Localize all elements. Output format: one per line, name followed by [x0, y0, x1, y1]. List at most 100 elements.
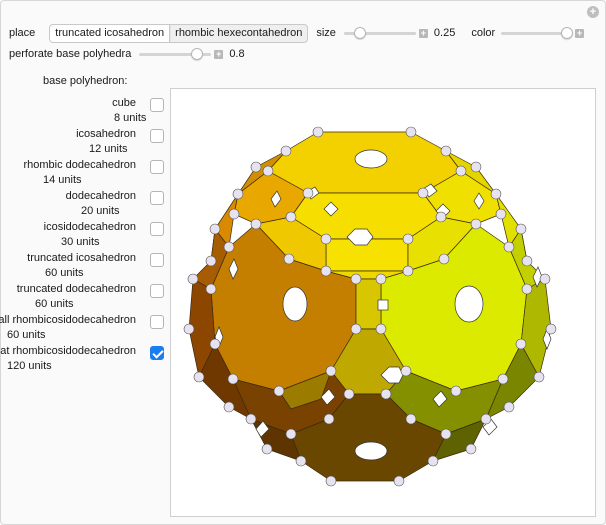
- center-face: [355, 278, 382, 330]
- vertex-ball: [427, 455, 439, 467]
- control-row-1: place truncated icosahedron rhombic hexe…: [9, 23, 585, 43]
- control-row-2: perforate base polyhedra + 0.8: [9, 46, 245, 62]
- checkbox-cube[interactable]: [150, 98, 164, 112]
- option-units: 120 units: [7, 360, 52, 372]
- vertex-ball: [223, 241, 235, 253]
- vertex-ball: [209, 338, 221, 350]
- vertex-ball: [205, 283, 217, 295]
- vertex-ball: [450, 385, 462, 397]
- option-units: 14 units: [43, 174, 82, 186]
- vertex-ball: [503, 401, 515, 413]
- vertex-ball: [405, 126, 417, 138]
- vertex-ball: [455, 165, 467, 177]
- color-slider[interactable]: [501, 27, 574, 39]
- vertex-ball: [343, 388, 355, 400]
- vertex-ball: [470, 218, 482, 230]
- checkbox-icosahedron[interactable]: [150, 129, 164, 143]
- vertex-ball: [503, 241, 515, 253]
- vertex-ball: [515, 338, 527, 350]
- vertex-ball: [320, 233, 332, 245]
- vertex-ball: [320, 265, 332, 277]
- color-slider-thumb[interactable]: [561, 27, 574, 39]
- option-name: great rhombicosidodecahedron: [0, 345, 136, 357]
- checkbox-truncated-dodecahedron[interactable]: [150, 284, 164, 298]
- hole: [454, 285, 484, 323]
- checkbox-truncated-icosahedron[interactable]: [150, 253, 164, 267]
- checkbox-rhombic-dodecahedron[interactable]: [150, 160, 164, 174]
- perforate-expand-icon[interactable]: +: [214, 49, 224, 59]
- vertex-ball: [490, 188, 502, 200]
- vertex-ball: [533, 371, 545, 383]
- vertex-ball: [325, 365, 337, 377]
- vertex-ball: [417, 187, 429, 199]
- size-slider[interactable]: [343, 27, 416, 39]
- perforate-label: perforate base polyhedra: [9, 48, 132, 60]
- size-expand-icon[interactable]: +: [418, 28, 428, 38]
- option-units: 30 units: [61, 236, 100, 248]
- vertex-ball: [227, 373, 239, 385]
- vertex-ball: [245, 413, 257, 425]
- option-name: truncated icosahedron: [27, 252, 136, 264]
- perforate-slider[interactable]: [139, 48, 212, 60]
- size-slider-thumb[interactable]: [353, 27, 366, 39]
- vertex-ball: [515, 223, 527, 235]
- polyhedron-graphic: [183, 126, 557, 487]
- vertex-ball: [325, 475, 337, 487]
- vertex-ball: [323, 413, 335, 425]
- color-label: color: [471, 27, 496, 39]
- vertex-ball: [209, 223, 221, 235]
- checkbox-icosidodecahedron[interactable]: [150, 222, 164, 236]
- option-name: icosahedron: [76, 128, 136, 140]
- hole: [282, 286, 308, 322]
- vertex-ball: [495, 208, 507, 220]
- option-name: small rhombicosidodecahedron: [0, 314, 136, 326]
- vertex-ball: [405, 413, 417, 425]
- vertex-ball: [193, 371, 205, 383]
- color-expand-icon[interactable]: +: [575, 28, 585, 38]
- vertex-ball: [402, 233, 414, 245]
- base-polyhedron-title: base polyhedron:: [43, 75, 128, 87]
- vertex-ball: [295, 455, 307, 467]
- checkbox-small-rhombicosidodecahedron[interactable]: [150, 315, 164, 329]
- vertex-ball: [497, 373, 509, 385]
- vertex-ball: [435, 211, 447, 223]
- place-selector[interactable]: truncated icosahedron rhombic hexecontah…: [49, 23, 309, 43]
- vertex-ball: [228, 208, 240, 220]
- checkbox-dodecahedron[interactable]: [150, 191, 164, 205]
- perforate-value: 0.8: [229, 48, 245, 60]
- option-units: 60 units: [45, 267, 84, 279]
- vertex-ball: [280, 145, 292, 157]
- vertex-ball: [223, 401, 235, 413]
- vertex-ball: [470, 161, 482, 173]
- option-name: truncated dodecahedron: [16, 283, 136, 295]
- vertex-ball: [440, 145, 452, 157]
- vertex-ball: [350, 323, 362, 335]
- place-option-truncated-icosahedron[interactable]: truncated icosahedron: [50, 24, 171, 42]
- vertex-ball: [545, 323, 557, 335]
- vertex-ball: [250, 218, 262, 230]
- perforate-slider-thumb[interactable]: [191, 48, 204, 60]
- vertex-ball: [273, 385, 285, 397]
- add-icon[interactable]: +: [587, 6, 599, 18]
- vertex-ball: [375, 323, 387, 335]
- polyhedron-viewer[interactable]: [170, 88, 596, 517]
- vertex-ball: [393, 475, 405, 487]
- vertex-ball: [400, 365, 412, 377]
- vertex-ball: [465, 443, 477, 455]
- place-option-rhombic-hexecontahedron[interactable]: rhombic hexecontahedron: [170, 25, 307, 42]
- option-name: rhombic dodecahedron: [23, 159, 136, 171]
- vertex-ball: [302, 187, 314, 199]
- vertex-ball: [261, 443, 273, 455]
- hole: [354, 441, 388, 461]
- size-value: 0.25: [433, 27, 456, 39]
- vertex-ball: [187, 273, 199, 285]
- vertex-ball: [521, 283, 533, 295]
- vertex-ball: [440, 428, 452, 440]
- vertex-ball: [232, 188, 244, 200]
- checkbox-great-rhombicosidodecahedron[interactable]: [150, 346, 164, 360]
- vertex-ball: [285, 211, 297, 223]
- vertex-ball: [380, 388, 392, 400]
- option-name: cube: [112, 97, 136, 109]
- vertex-ball: [183, 323, 195, 335]
- hole: [354, 149, 388, 169]
